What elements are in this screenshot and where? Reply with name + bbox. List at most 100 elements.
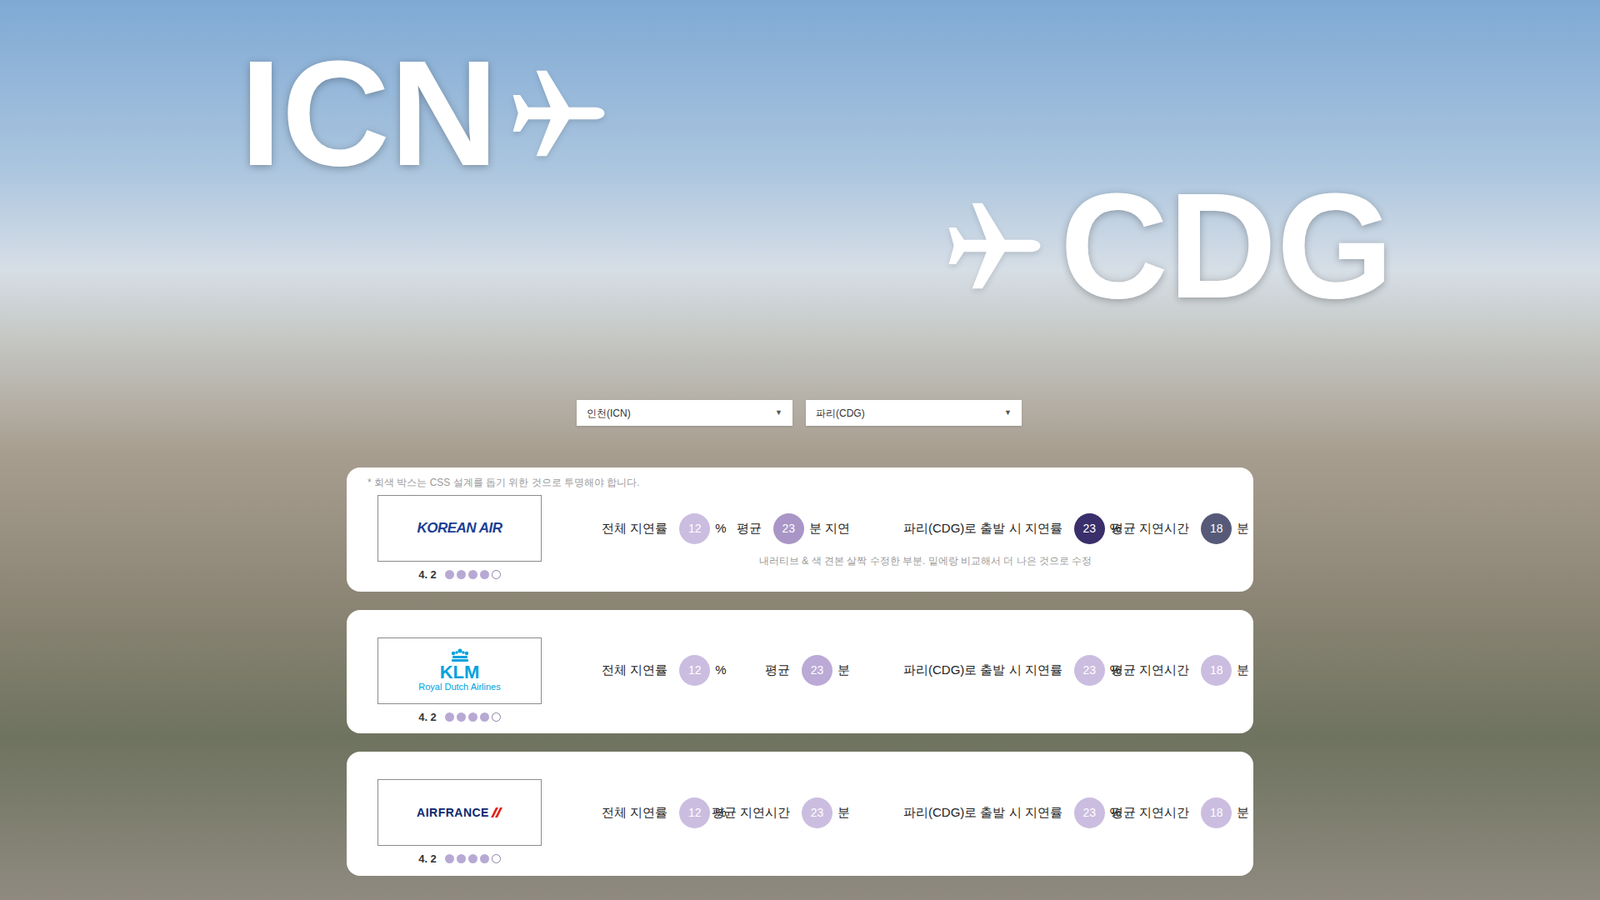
stat-unit: 분 — [1236, 519, 1250, 539]
airline-card: KLMRoyal Dutch Airlines 4. 2 전체 지연률 12% 평균 23… — [346, 610, 1254, 735]
rating-dot-filled — [456, 712, 466, 722]
design-note: * 회색 박스는 CSS 설계를 돕기 위한 것으로 투명해야 합니다. — [367, 475, 640, 490]
stat-value-badge: 12 — [679, 513, 710, 545]
rating-dot-filled — [468, 570, 478, 580]
crown-icon — [448, 648, 472, 664]
stat-value-badge: 23 — [1074, 513, 1105, 545]
stat-value-badge: 23 — [801, 797, 833, 829]
delay-stat: 전체 지연률12% — [601, 797, 725, 829]
rating: 4. 2 — [418, 850, 501, 868]
rating-value: 4. 2 — [418, 566, 437, 584]
stat-unit: % — [715, 660, 726, 680]
origin-title-row: ICN — [0, 0, 1600, 189]
stat-label: 평균 지연시간 — [1110, 519, 1190, 539]
delay-stat: 평균 지연시간 18분 — [1110, 513, 1250, 545]
rating-dot-filled — [480, 570, 490, 580]
rating-dot-filled — [445, 712, 455, 722]
rating-dot-empty — [491, 570, 501, 580]
destination-code: CDG — [1060, 170, 1394, 321]
delay-stat: 평균 지연시간 18분 — [1110, 797, 1250, 829]
airline-card: AIRFRANCE4. 2전체 지연률12%평균 지연시간23분파리(CDG)로… — [346, 751, 1254, 876]
stat-label: 전체 지연률 — [601, 519, 668, 539]
stat-unit: 분 — [837, 803, 850, 823]
stat-label: 파리(CDG)로 출발 시 지연률 — [903, 803, 1063, 823]
stat-value-badge: 23 — [773, 513, 805, 545]
stat-value-badge: 18 — [1200, 655, 1232, 686]
logo-text: AIRFRANCE — [416, 804, 490, 822]
stat-unit: % — [715, 519, 726, 539]
logo-subtext: Royal Dutch Airlines — [418, 681, 500, 693]
delay-stat: 평균 23분 — [725, 655, 850, 686]
stat-label: 전체 지연률 — [601, 803, 668, 823]
rating-dot-empty — [491, 854, 501, 864]
rating-dot-filled — [445, 854, 455, 864]
rating-value: 4. 2 — [418, 709, 437, 726]
page: ICN CDG 인천(ICN) ▼ 파리(CDG) ▼ * 회색 박스는 CSS 설계를 돕… — [0, 0, 1600, 900]
delay-stat: 파리(CDG)로 출발 시 지연률23% — [903, 513, 1104, 545]
rating-dot-empty — [491, 712, 501, 722]
airline-identity: AIRFRANCE 4. 2 — [377, 779, 542, 868]
stat-label: 파리(CDG)로 출발 시 지연률 — [903, 519, 1063, 539]
stat-value-badge: 23 — [1074, 797, 1105, 829]
stat-value-badge: 18 — [1200, 797, 1232, 829]
dropdown-arrow-icon: ▼ — [1004, 407, 1012, 420]
delay-stats: 전체 지연률12%평균23분 지연파리(CDG)로 출발 시 지연률23%평균 … — [601, 495, 1250, 562]
rating-dot-filled — [480, 854, 490, 864]
delay-stat: 평균 지연시간 18분 — [1110, 655, 1250, 686]
stat-value-badge: 12 — [679, 655, 710, 686]
origin-code: ICN — [240, 38, 499, 189]
stat-label: 평균 — [765, 660, 790, 680]
destination-select[interactable]: 파리(CDG) ▼ — [805, 400, 1022, 426]
select-value: 인천(ICN) — [586, 405, 631, 421]
stat-unit: 분 — [1236, 660, 1250, 680]
stat-value-badge: 18 — [1200, 513, 1232, 545]
stat-unit: 분 지연 — [809, 519, 850, 539]
logo-text: KOREAN AIR — [416, 517, 502, 540]
stat-value-badge: 12 — [679, 797, 710, 829]
delay-stat: 평균23분 지연 — [725, 513, 850, 545]
stat-label: 파리(CDG)로 출발 시 지연률 — [903, 660, 1063, 680]
delay-stats: 전체 지연률12%평균23분파리(CDG)로 출발 시 지연률23%평균 지연시… — [601, 637, 1250, 705]
airline-logo: KLMRoyal Dutch Airlines — [377, 637, 542, 705]
rating-dots — [445, 712, 501, 722]
airline-identity: KLMRoyal Dutch Airlines 4. 2 — [377, 637, 542, 726]
delay-stat: 파리(CDG)로 출발 시 지연률23% — [903, 655, 1104, 686]
rating-dots — [445, 854, 501, 864]
rating: 4. 2 — [418, 566, 501, 584]
delay-stat: 파리(CDG)로 출발 시 지연률23% — [903, 797, 1104, 829]
select-value: 파리(CDG) — [815, 405, 865, 421]
rating-dot-filled — [456, 854, 466, 864]
rating-dot-filled — [445, 570, 455, 580]
delay-stat: 전체 지연률 12% — [601, 655, 725, 686]
airline-list: * 회색 박스는 CSS 설계를 돕기 위한 것으로 투명해야 합니다. KORE… — [0, 467, 1600, 876]
airline-logo: AIRFRANCE — [377, 779, 542, 846]
stat-label: 평균 지연시간 — [1110, 660, 1190, 680]
origin-select[interactable]: 인천(ICN) ▼ — [576, 400, 793, 426]
stat-value-badge: 23 — [801, 655, 833, 686]
rating: 4. 2 — [418, 709, 501, 726]
airline-card: * 회색 박스는 CSS 설계를 돕기 위한 것으로 투명해야 합니다. KORE… — [346, 467, 1254, 592]
plane-icon — [939, 195, 1050, 297]
stat-unit: 분 — [1236, 803, 1250, 823]
logo-row: AIRFRANCE — [416, 804, 503, 822]
rating-value: 4. 2 — [418, 850, 437, 868]
rating-dot-filled — [468, 712, 478, 722]
dropdown-arrow-icon: ▼ — [775, 407, 783, 420]
stat-label: 평균 지연시간 — [711, 803, 790, 823]
revision-note: 내러티브 & 색 견본 살짝 수정한 부분. 밑에랑 비교해서 더 나은 것으로… — [601, 553, 1250, 569]
stat-label: 평균 지연시간 — [1110, 803, 1190, 823]
stat-label: 전체 지연률 — [601, 660, 668, 680]
rating-dots — [445, 570, 501, 580]
rating-dot-filled — [456, 570, 466, 580]
airline-logo: KOREAN AIR — [377, 495, 542, 562]
destination-title-row: CDG — [0, 170, 1600, 321]
rating-dot-filled — [468, 854, 478, 864]
stat-unit: 분 — [837, 660, 850, 680]
airline-identity: KOREAN AIR 4. 2 — [377, 495, 542, 584]
delay-stat: 평균 지연시간23분 — [725, 797, 850, 829]
route-selectors: 인천(ICN) ▼ 파리(CDG) ▼ — [0, 400, 1600, 426]
delay-stats: 전체 지연률12%평균 지연시간23분파리(CDG)로 출발 시 지연률23%평… — [601, 779, 1250, 846]
rating-dot-filled — [480, 712, 490, 722]
logo-text: KLM — [440, 663, 480, 682]
stat-value-badge: 23 — [1074, 655, 1105, 686]
